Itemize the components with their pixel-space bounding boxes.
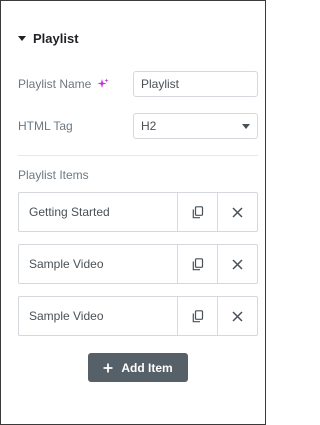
repeater-item-title[interactable]: Getting Started — [19, 193, 177, 231]
html-tag-value: H2 — [141, 119, 157, 133]
repeater-item: Sample Video — [18, 244, 258, 284]
html-tag-row: HTML Tag H2 — [18, 113, 258, 139]
plus-icon — [103, 363, 113, 372]
add-item-button[interactable]: Add Item — [88, 353, 188, 382]
close-icon — [232, 258, 243, 270]
remove-button[interactable] — [217, 193, 257, 231]
caret-down-icon — [18, 35, 26, 41]
playlist-name-row: Playlist Name — [18, 71, 258, 97]
sparkle-icon[interactable] — [97, 78, 109, 90]
remove-button[interactable] — [217, 245, 257, 283]
repeater-item-title[interactable]: Sample Video — [19, 245, 177, 283]
section-title: Playlist — [33, 30, 79, 46]
duplicate-button[interactable] — [177, 297, 217, 335]
remove-button[interactable] — [217, 297, 257, 335]
playlist-items-label: Playlist Items — [18, 168, 89, 182]
close-icon — [232, 310, 243, 322]
repeater-item: Sample Video — [18, 296, 258, 336]
html-tag-label: HTML Tag — [18, 119, 73, 133]
add-item-label: Add Item — [121, 360, 173, 375]
html-tag-select[interactable]: H2 — [133, 113, 258, 139]
playlist-name-label: Playlist Name — [18, 77, 109, 91]
copy-icon — [192, 309, 203, 322]
repeater-item: Getting Started — [18, 192, 258, 232]
duplicate-button[interactable] — [177, 245, 217, 283]
playlist-section-header[interactable]: Playlist — [18, 29, 79, 47]
chevron-down-icon — [242, 123, 250, 129]
playlist-name-label-text: Playlist Name — [18, 77, 92, 91]
playlist-name-input[interactable] — [133, 71, 258, 97]
copy-icon — [192, 257, 203, 270]
copy-icon — [192, 205, 203, 218]
repeater-item-title[interactable]: Sample Video — [19, 297, 177, 335]
close-icon — [232, 206, 243, 218]
divider — [18, 155, 258, 156]
panel-frame: Playlist Playlist Name HTML Tag H2 Playl… — [0, 0, 266, 425]
duplicate-button[interactable] — [177, 193, 217, 231]
